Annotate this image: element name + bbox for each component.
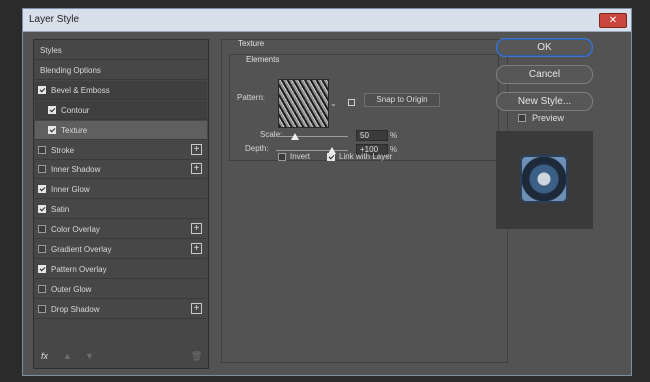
style-item[interactable]: Pattern Overlay [35, 260, 207, 279]
pattern-swatch[interactable] [278, 79, 329, 128]
new-style-button[interactable]: New Style... [496, 92, 593, 111]
ok-button[interactable]: OK [496, 38, 593, 57]
style-item-label: Bevel & Emboss [51, 85, 110, 95]
style-checkbox[interactable] [38, 165, 46, 174]
style-checkbox[interactable] [38, 264, 46, 273]
style-item[interactable]: Color Overlay + [35, 220, 207, 240]
style-preview [496, 131, 593, 229]
cancel-button[interactable]: Cancel [496, 65, 593, 84]
add-style-icon[interactable]: + [191, 302, 202, 314]
style-item[interactable]: Gradient Overlay + [35, 240, 207, 259]
add-style-icon[interactable]: + [191, 223, 202, 235]
style-item-label: Pattern Overlay [51, 264, 107, 274]
style-item-label: Satin [51, 205, 70, 215]
preview-label: Preview [532, 113, 565, 123]
styles-list-panel: Styles Blending Options Bevel & Emboss Cont… [33, 39, 209, 369]
style-item-label: Styles [40, 46, 62, 55]
style-checkbox[interactable] [48, 125, 56, 134]
fx-button[interactable]: fx [41, 351, 48, 361]
scale-slider-thumb[interactable] [290, 133, 299, 140]
style-checkbox[interactable] [38, 205, 46, 214]
pattern-label: Pattern: [237, 93, 266, 102]
style-item-label: Blending Options [40, 65, 101, 75]
style-item-label: Color Overlay [51, 225, 100, 235]
style-item-label: Gradient Overlay [51, 245, 112, 254]
style-item-label: Inner Shadow [51, 165, 101, 175]
styles-list-footer: fx ▲ ▼ 🗑 [35, 346, 207, 366]
style-checkbox[interactable] [38, 225, 46, 234]
style-item[interactable]: Inner Glow [35, 180, 207, 200]
style-item[interactable]: Contour [35, 100, 207, 120]
style-item[interactable]: Satin [35, 200, 207, 220]
texture-section-title: Texture [238, 39, 265, 48]
style-item[interactable]: Stroke + [35, 141, 207, 160]
add-style-icon[interactable]: + [191, 163, 202, 175]
style-checkbox[interactable] [38, 85, 46, 94]
add-style-icon[interactable]: + [191, 143, 202, 155]
pattern-dropdown-icon[interactable]: ⌄ [330, 99, 337, 108]
dialog-title: Layer Style [29, 14, 80, 25]
style-checkbox[interactable] [38, 185, 46, 194]
style-item-label: Inner Glow [51, 185, 90, 195]
style-item[interactable]: Outer Glow [35, 280, 207, 299]
title-bar: Layer Style ✕ [23, 9, 631, 32]
scale-percent: % [390, 131, 398, 140]
link-with-layer-label: Link with Layer [339, 152, 393, 161]
depth-label: Depth: [245, 144, 269, 153]
depth-slider-track[interactable] [276, 150, 348, 151]
elements-group: Elements Pattern: ⌄ Snap to Origin Scale… [229, 54, 499, 161]
preview-checkbox[interactable] [518, 114, 526, 122]
style-checkbox[interactable] [38, 145, 46, 154]
move-down-icon[interactable]: ▼ [85, 351, 94, 361]
style-checkbox[interactable] [38, 245, 46, 253]
screen-background: Layer Style ✕ Styles Blending Options Beve… [0, 0, 650, 382]
style-item-label: Drop Shadow [51, 304, 100, 314]
style-checkbox[interactable] [48, 105, 56, 114]
style-item-label: Outer Glow [51, 284, 92, 294]
invert-label: Invert [290, 152, 311, 161]
style-item[interactable]: Texture [35, 120, 207, 140]
invert-checkbox[interactable] [278, 153, 286, 161]
style-item[interactable]: Inner Shadow + [35, 160, 207, 180]
scale-label: Scale: [260, 130, 283, 139]
style-item-label: Contour [61, 105, 90, 115]
add-style-icon[interactable]: + [191, 243, 202, 254]
style-item-label: Texture [61, 125, 88, 135]
style-item-label: Stroke [51, 145, 75, 155]
snap-to-origin-button[interactable]: Snap to Origin [364, 93, 440, 107]
texture-settings-panel: Texture Elements Pattern: ⌄ Snap to Orig… [221, 39, 508, 363]
new-preset-icon[interactable] [348, 99, 355, 106]
close-button[interactable]: ✕ [599, 13, 627, 28]
style-item[interactable]: Bevel & Emboss [35, 80, 207, 100]
link-with-layer-checkbox[interactable] [327, 153, 335, 161]
style-item[interactable]: Blending Options [35, 61, 207, 80]
trash-icon[interactable]: 🗑 [191, 351, 202, 362]
move-up-icon[interactable]: ▲ [63, 351, 72, 361]
elements-group-title: Elements [246, 55, 280, 64]
style-checkbox[interactable] [38, 284, 46, 293]
preview-thumbnail [520, 155, 568, 203]
style-item[interactable]: Drop Shadow + [35, 300, 207, 319]
style-item[interactable]: Styles [35, 41, 207, 60]
style-checkbox[interactable] [38, 304, 46, 313]
scale-input[interactable]: 50 [356, 130, 388, 141]
scale-slider-track[interactable] [276, 136, 348, 137]
